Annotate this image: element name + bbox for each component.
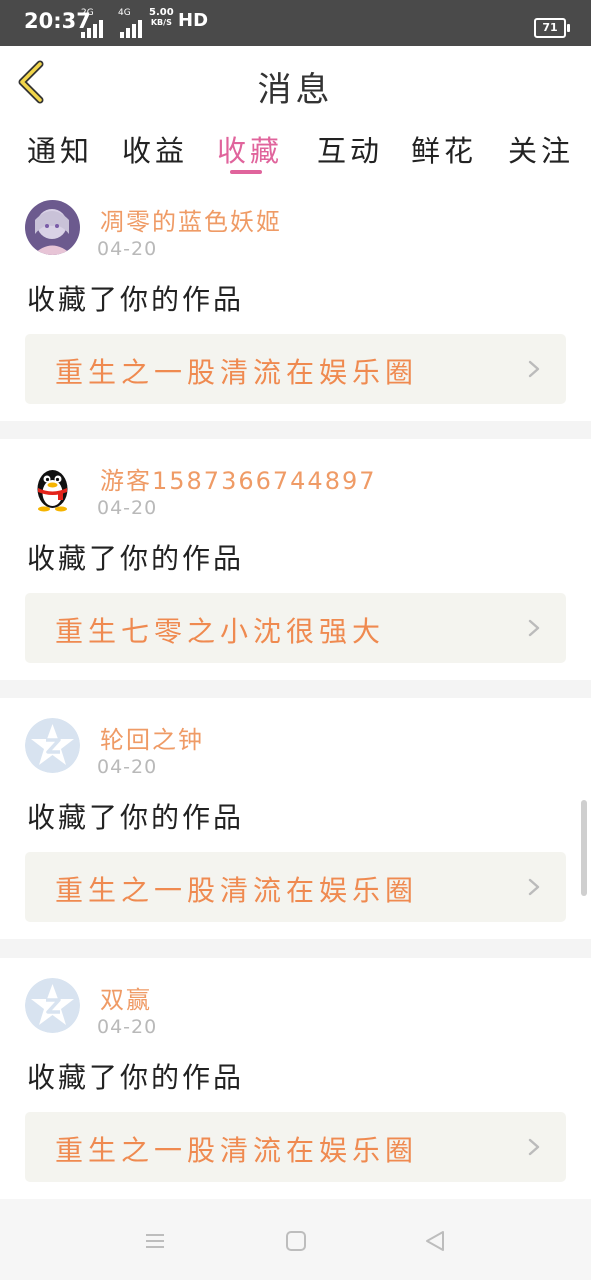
signal-label-1: 2G bbox=[81, 8, 94, 18]
signal-label-2: 4G bbox=[118, 8, 131, 18]
chevron-right-icon bbox=[528, 878, 540, 896]
penguin-avatar[interactable] bbox=[25, 459, 80, 514]
message-card: 轮回之钟 04-20 收藏了你的作品 重生之一股清流在娱乐圈 bbox=[0, 698, 591, 939]
message-card: 游客1587366744897 04-20 收藏了你的作品 重生七零之小沈很强大 bbox=[0, 439, 591, 680]
chevron-right-icon bbox=[528, 1138, 540, 1156]
message-card: 双赢 04-20 收藏了你的作品 重生之一股清流在娱乐圈 bbox=[0, 958, 591, 1199]
work-link[interactable]: 重生之一股清流在娱乐圈 bbox=[25, 852, 566, 922]
message-card: 凋零的蓝色妖姬 04-20 收藏了你的作品 重生之一股清流在娱乐圈 bbox=[0, 180, 591, 421]
work-link[interactable]: 重生七零之小沈很强大 bbox=[25, 593, 566, 663]
action-text: 收藏了你的作品 bbox=[27, 801, 245, 834]
username[interactable]: 游客1587366744897 bbox=[100, 461, 377, 496]
home-icon[interactable] bbox=[284, 1229, 308, 1253]
tab-following[interactable]: 关注 bbox=[508, 128, 574, 170]
action-text: 收藏了你的作品 bbox=[27, 542, 245, 575]
tab-bar: 通知 收益 收藏 互动 鲜花 关注 bbox=[0, 116, 591, 180]
default-star-avatar[interactable] bbox=[25, 978, 80, 1033]
action-text: 收藏了你的作品 bbox=[27, 283, 245, 316]
page-title: 消息 bbox=[257, 70, 334, 110]
back-triangle-icon[interactable] bbox=[423, 1229, 447, 1253]
network-speed: 5.00 KB/S bbox=[149, 7, 174, 28]
system-nav-bar bbox=[0, 1199, 591, 1280]
username[interactable]: 轮回之钟 bbox=[100, 720, 204, 755]
hd-indicator: HD bbox=[178, 10, 209, 31]
default-star-avatar[interactable] bbox=[25, 718, 80, 773]
anime-girl-avatar[interactable] bbox=[25, 200, 80, 255]
chevron-right-icon bbox=[528, 619, 540, 637]
work-link[interactable]: 重生之一股清流在娱乐圈 bbox=[25, 1112, 566, 1182]
username[interactable]: 凋零的蓝色妖姬 bbox=[100, 202, 282, 237]
work-title: 重生之一股清流在娱乐圈 bbox=[55, 874, 419, 907]
battery-icon: 71 bbox=[534, 18, 570, 38]
work-title: 重生之一股清流在娱乐圈 bbox=[55, 356, 419, 389]
app-header: 消息 bbox=[0, 46, 591, 116]
action-text: 收藏了你的作品 bbox=[27, 1061, 245, 1094]
tab-interactions[interactable]: 互动 bbox=[317, 128, 383, 170]
signal-strength-icon bbox=[120, 20, 144, 38]
tab-earnings[interactable]: 收益 bbox=[122, 128, 188, 170]
tab-notifications[interactable]: 通知 bbox=[27, 128, 93, 170]
work-link[interactable]: 重生之一股清流在娱乐圈 bbox=[25, 334, 566, 404]
tab-favorites[interactable]: 收藏 bbox=[217, 128, 283, 170]
message-date: 04-20 bbox=[97, 756, 158, 778]
message-date: 04-20 bbox=[97, 497, 158, 519]
tab-flowers[interactable]: 鲜花 bbox=[411, 128, 477, 170]
menu-icon[interactable] bbox=[143, 1229, 167, 1253]
active-tab-indicator bbox=[230, 170, 262, 174]
signal-strength-icon bbox=[81, 20, 105, 38]
work-title: 重生七零之小沈很强大 bbox=[55, 615, 386, 648]
work-title: 重生之一股清流在娱乐圈 bbox=[55, 1134, 419, 1167]
message-date: 04-20 bbox=[97, 238, 158, 260]
username[interactable]: 双赢 bbox=[100, 980, 152, 1015]
chevron-right-icon bbox=[528, 360, 540, 378]
scrollbar[interactable] bbox=[581, 800, 587, 896]
status-bar: 20:37 2G 4G 5.00 KB/S HD 71 bbox=[0, 0, 591, 46]
message-date: 04-20 bbox=[97, 1016, 158, 1038]
